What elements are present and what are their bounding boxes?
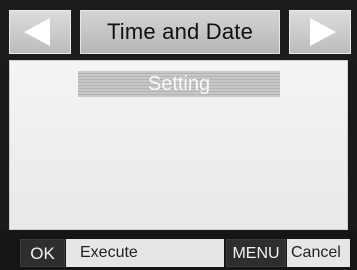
ok-action-label: Execute [66, 239, 224, 267]
next-page-button[interactable] [289, 10, 351, 54]
menu-action-label: Cancel [287, 239, 350, 267]
page-title: Time and Date [80, 10, 280, 54]
ok-key[interactable]: OK [20, 239, 65, 267]
left-arrow-icon [24, 18, 50, 46]
menu-panel: Setting [9, 60, 348, 230]
camera-settings-screen: Time and Date Setting OK Execute MENU Ca… [0, 0, 357, 270]
menu-item-setting[interactable]: Setting [78, 71, 280, 97]
header-bar: Time and Date [0, 0, 357, 62]
menu-key[interactable]: MENU [226, 239, 286, 267]
previous-page-button[interactable] [9, 10, 71, 54]
footer-bar: OK Execute MENU Cancel [0, 231, 357, 270]
right-arrow-icon [310, 18, 336, 46]
